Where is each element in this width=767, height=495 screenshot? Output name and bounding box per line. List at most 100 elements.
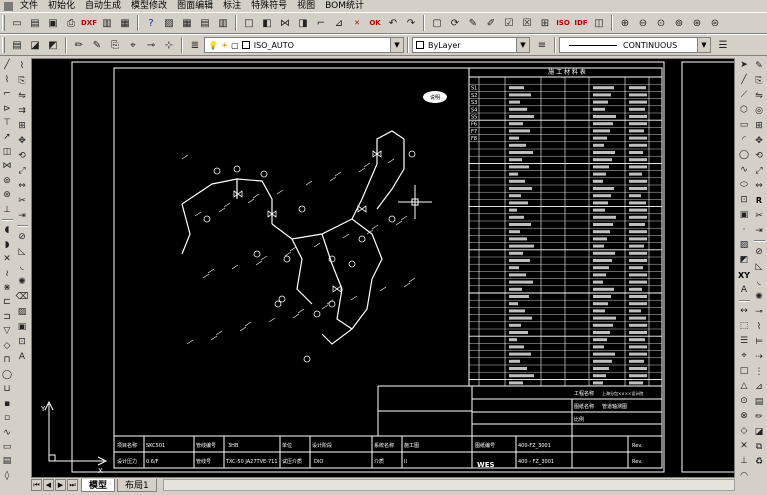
- iso-button[interactable]: ISO: [555, 15, 571, 31]
- zoom-all-icon[interactable]: ⊜: [707, 15, 723, 31]
- mirror-tool-icon[interactable]: ⇋: [753, 89, 766, 102]
- nozzle-icon[interactable]: ⊓: [1, 354, 14, 366]
- zoom-in-icon[interactable]: ⊕: [617, 15, 633, 31]
- extend-icon[interactable]: ⇥: [16, 209, 29, 222]
- list-icon[interactable]: ☰: [738, 334, 751, 347]
- linetype-icon[interactable]: ≡: [534, 37, 550, 53]
- image-icon[interactable]: ▨: [161, 15, 177, 31]
- move-tool-icon[interactable]: ✥: [753, 134, 766, 147]
- tab-layout1[interactable]: 布局1: [117, 478, 157, 492]
- id-icon[interactable]: ⌖: [738, 349, 751, 362]
- snap-icon[interactable]: ⌖: [125, 37, 141, 53]
- first-tab-icon[interactable]: ⏮: [31, 479, 42, 491]
- filter-icon[interactable]: ▽: [1, 325, 14, 337]
- break-icon[interactable]: ⊘: [16, 230, 29, 243]
- prev-tab-icon[interactable]: ◀: [43, 479, 54, 491]
- plot-icon[interactable]: ▦: [117, 15, 133, 31]
- ok-button[interactable]: OK: [367, 15, 383, 31]
- brush-icon[interactable]: ✏: [71, 37, 87, 53]
- property-icon[interactable]: ▤: [197, 15, 213, 31]
- color-dropdown[interactable]: ByLayer ▼: [412, 37, 530, 53]
- dist-icon[interactable]: ↔: [738, 305, 751, 318]
- explode-tool-icon[interactable]: ✺: [753, 290, 766, 303]
- rotate-icon[interactable]: ⟲: [16, 149, 29, 162]
- lengthen-icon[interactable]: ⇢: [753, 350, 766, 363]
- window-icon[interactable]: ▢: [429, 15, 445, 31]
- chamfer-tool-icon[interactable]: ◺: [753, 260, 766, 273]
- break-tool-icon[interactable]: ⊘: [753, 245, 766, 258]
- union-icon[interactable]: ⊏: [1, 296, 14, 308]
- horizontal-scrollbar[interactable]: [162, 479, 735, 491]
- attach-icon[interactable]: ⊞: [537, 15, 553, 31]
- support-icon[interactable]: ⊥: [1, 204, 14, 216]
- stretch-tool-icon[interactable]: ⇔: [753, 179, 766, 192]
- spline-icon[interactable]: ∿: [738, 164, 751, 177]
- cross-icon[interactable]: ✕: [1, 253, 14, 265]
- flange-icon[interactable]: ◫: [1, 146, 14, 158]
- olet-icon[interactable]: ⊔: [1, 383, 14, 395]
- snap-quad-icon[interactable]: ◇: [738, 424, 751, 437]
- block-icon[interactable]: ▣: [16, 320, 29, 333]
- dxf-export-button[interactable]: DXF: [81, 15, 97, 31]
- preview-icon[interactable]: ▥: [99, 15, 115, 31]
- xy-button[interactable]: XY: [738, 269, 751, 282]
- purge-icon[interactable]: ♻: [753, 455, 766, 468]
- move-icon[interactable]: ✥: [16, 134, 29, 147]
- mirror-icon[interactable]: ⇋: [16, 89, 29, 102]
- erase-tool-icon[interactable]: ✎: [753, 59, 766, 72]
- elbow-icon[interactable]: ⌐: [313, 15, 329, 31]
- pointer-icon[interactable]: ➤: [738, 59, 751, 72]
- xline-icon[interactable]: ⟋: [738, 89, 751, 102]
- pedit-icon[interactable]: ⌇: [753, 320, 766, 333]
- insert-block-icon[interactable]: ⊡: [738, 194, 751, 207]
- idf-button[interactable]: IDF: [573, 15, 589, 31]
- properties-icon[interactable]: ▤: [753, 395, 766, 408]
- zoom-window-icon[interactable]: ⊙: [653, 15, 669, 31]
- valve-icon[interactable]: ⋈: [1, 160, 14, 172]
- toolbar-grip[interactable]: [2, 37, 5, 53]
- menu-auto-generate[interactable]: 自动生成: [80, 0, 126, 12]
- chevron-down-icon[interactable]: ▼: [697, 38, 710, 52]
- plug-icon[interactable]: ▪: [1, 397, 14, 409]
- snap-int-icon[interactable]: ✕: [738, 439, 751, 452]
- trim-icon[interactable]: ✂: [16, 194, 29, 207]
- blind-icon[interactable]: ◗: [1, 238, 14, 250]
- chevron-down-icon[interactable]: ▼: [390, 38, 403, 52]
- rotate-tool-icon[interactable]: ⟲: [753, 149, 766, 162]
- edit-mark-icon[interactable]: ✐: [483, 15, 499, 31]
- menu-dimension[interactable]: 标注: [218, 0, 246, 12]
- measure-tool-icon[interactable]: ⊿: [753, 380, 766, 393]
- print-icon[interactable]: ⎙: [63, 15, 79, 31]
- stretch-icon[interactable]: ⇔: [16, 179, 29, 192]
- refresh-icon[interactable]: ⟳: [447, 15, 463, 31]
- table-icon[interactable]: ▥: [215, 15, 231, 31]
- r-button[interactable]: R: [753, 194, 766, 207]
- link-icon[interactable]: ⊸: [143, 37, 159, 53]
- line-icon[interactable]: ╱: [1, 59, 14, 71]
- nipple-icon[interactable]: ▫: [1, 412, 14, 424]
- snap-center-icon[interactable]: ⊙: [738, 394, 751, 407]
- tab-model[interactable]: 模型: [81, 478, 116, 492]
- new-file-icon[interactable]: ▭: [9, 15, 25, 31]
- insulation-icon[interactable]: ▤: [1, 455, 14, 467]
- cap-icon[interactable]: ◖: [1, 224, 14, 236]
- menu-bom[interactable]: BOM统计: [320, 0, 369, 12]
- menu-file[interactable]: 文件: [15, 0, 43, 12]
- snap-node-icon[interactable]: ⊗: [738, 409, 751, 422]
- weld-icon[interactable]: ⋇: [1, 282, 14, 294]
- array-icon[interactable]: ⊞: [16, 119, 29, 132]
- fillet-tool-icon[interactable]: ◟: [753, 275, 766, 288]
- insert-icon[interactable]: ⊡: [16, 335, 29, 348]
- pen-icon[interactable]: ✎: [465, 15, 481, 31]
- instrument-icon[interactable]: ◯: [1, 369, 14, 381]
- divide-icon[interactable]: ⋮: [753, 365, 766, 378]
- redo-icon[interactable]: ↷: [403, 15, 419, 31]
- measure-icon[interactable]: ⊿: [331, 15, 347, 31]
- help-icon[interactable]: ?: [143, 15, 159, 31]
- reducer-icon[interactable]: ⊳: [1, 102, 14, 114]
- region-icon[interactable]: ◩: [738, 254, 751, 267]
- linetype-dropdown[interactable]: CONTINUOUS ▼: [559, 37, 711, 53]
- polyline-icon[interactable]: ⌇: [16, 59, 29, 72]
- circle-icon[interactable]: ◯: [738, 149, 751, 162]
- layer-dropdown[interactable]: 💡 ☀ ▢ ISO_AUTO ▼: [204, 37, 404, 53]
